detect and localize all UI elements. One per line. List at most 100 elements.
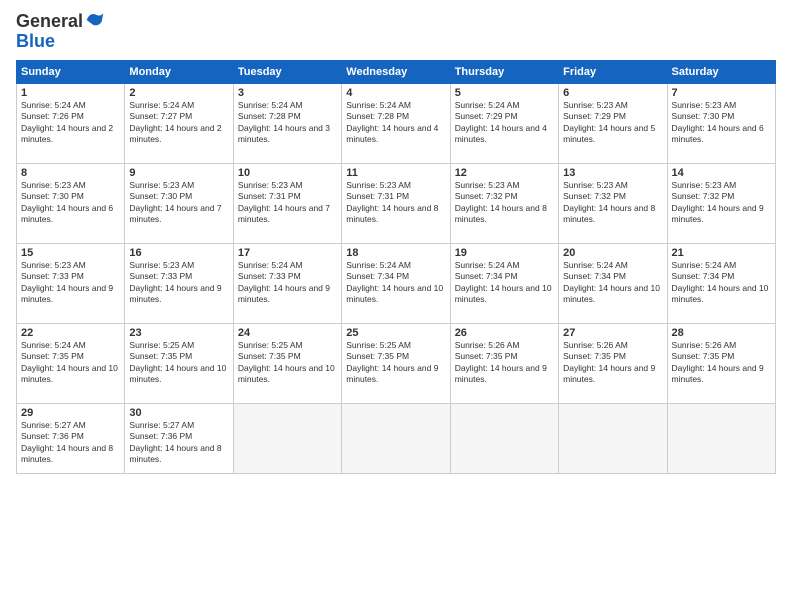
day-number: 6 [563, 87, 662, 99]
day-number: 24 [238, 327, 337, 339]
day-detail: Sunrise: 5:23 AMSunset: 7:29 PMDaylight:… [563, 100, 662, 146]
calendar-cell: 19Sunrise: 5:24 AMSunset: 7:34 PMDayligh… [450, 243, 558, 323]
day-detail: Sunrise: 5:26 AMSunset: 7:35 PMDaylight:… [672, 340, 771, 386]
calendar-cell: 18Sunrise: 5:24 AMSunset: 7:34 PMDayligh… [342, 243, 450, 323]
calendar-cell [450, 403, 558, 473]
day-detail: Sunrise: 5:23 AMSunset: 7:31 PMDaylight:… [238, 180, 337, 226]
calendar-cell: 24Sunrise: 5:25 AMSunset: 7:35 PMDayligh… [233, 323, 341, 403]
calendar-cell: 23Sunrise: 5:25 AMSunset: 7:35 PMDayligh… [125, 323, 233, 403]
day-number: 8 [21, 167, 120, 179]
day-detail: Sunrise: 5:23 AMSunset: 7:32 PMDaylight:… [563, 180, 662, 226]
day-number: 13 [563, 167, 662, 179]
logo-general-text: General [16, 12, 83, 32]
day-detail: Sunrise: 5:23 AMSunset: 7:30 PMDaylight:… [21, 180, 120, 226]
calendar-cell: 29Sunrise: 5:27 AMSunset: 7:36 PMDayligh… [17, 403, 125, 473]
day-detail: Sunrise: 5:26 AMSunset: 7:35 PMDaylight:… [455, 340, 554, 386]
calendar-cell [233, 403, 341, 473]
day-detail: Sunrise: 5:27 AMSunset: 7:36 PMDaylight:… [21, 420, 120, 466]
calendar-cell: 15Sunrise: 5:23 AMSunset: 7:33 PMDayligh… [17, 243, 125, 323]
day-number: 16 [129, 247, 228, 259]
day-detail: Sunrise: 5:23 AMSunset: 7:30 PMDaylight:… [129, 180, 228, 226]
calendar-cell: 14Sunrise: 5:23 AMSunset: 7:32 PMDayligh… [667, 163, 775, 243]
day-detail: Sunrise: 5:23 AMSunset: 7:31 PMDaylight:… [346, 180, 445, 226]
calendar-table: SundayMondayTuesdayWednesdayThursdayFrid… [16, 60, 776, 474]
calendar-cell: 7Sunrise: 5:23 AMSunset: 7:30 PMDaylight… [667, 83, 775, 163]
calendar-week-row: 29Sunrise: 5:27 AMSunset: 7:36 PMDayligh… [17, 403, 776, 473]
logo-blue-text: Blue [16, 31, 55, 51]
calendar-cell: 17Sunrise: 5:24 AMSunset: 7:33 PMDayligh… [233, 243, 341, 323]
day-detail: Sunrise: 5:25 AMSunset: 7:35 PMDaylight:… [129, 340, 228, 386]
header: General Blue [16, 12, 776, 52]
day-number: 21 [672, 247, 771, 259]
calendar-cell: 16Sunrise: 5:23 AMSunset: 7:33 PMDayligh… [125, 243, 233, 323]
day-number: 27 [563, 327, 662, 339]
weekday-header-sunday: Sunday [17, 60, 125, 83]
calendar-cell: 5Sunrise: 5:24 AMSunset: 7:29 PMDaylight… [450, 83, 558, 163]
calendar-cell: 10Sunrise: 5:23 AMSunset: 7:31 PMDayligh… [233, 163, 341, 243]
calendar-cell: 12Sunrise: 5:23 AMSunset: 7:32 PMDayligh… [450, 163, 558, 243]
calendar-cell: 8Sunrise: 5:23 AMSunset: 7:30 PMDaylight… [17, 163, 125, 243]
day-detail: Sunrise: 5:25 AMSunset: 7:35 PMDaylight:… [346, 340, 445, 386]
calendar-cell: 30Sunrise: 5:27 AMSunset: 7:36 PMDayligh… [125, 403, 233, 473]
calendar-week-row: 15Sunrise: 5:23 AMSunset: 7:33 PMDayligh… [17, 243, 776, 323]
day-detail: Sunrise: 5:24 AMSunset: 7:28 PMDaylight:… [238, 100, 337, 146]
day-detail: Sunrise: 5:24 AMSunset: 7:28 PMDaylight:… [346, 100, 445, 146]
calendar-cell: 9Sunrise: 5:23 AMSunset: 7:30 PMDaylight… [125, 163, 233, 243]
calendar-cell: 25Sunrise: 5:25 AMSunset: 7:35 PMDayligh… [342, 323, 450, 403]
calendar-cell [667, 403, 775, 473]
weekday-header-thursday: Thursday [450, 60, 558, 83]
day-number: 15 [21, 247, 120, 259]
calendar-cell: 11Sunrise: 5:23 AMSunset: 7:31 PMDayligh… [342, 163, 450, 243]
calendar-cell: 1Sunrise: 5:24 AMSunset: 7:26 PMDaylight… [17, 83, 125, 163]
day-number: 22 [21, 327, 120, 339]
day-number: 18 [346, 247, 445, 259]
calendar-cell: 2Sunrise: 5:24 AMSunset: 7:27 PMDaylight… [125, 83, 233, 163]
logo: General Blue [16, 12, 105, 52]
day-detail: Sunrise: 5:23 AMSunset: 7:33 PMDaylight:… [21, 260, 120, 306]
day-detail: Sunrise: 5:24 AMSunset: 7:35 PMDaylight:… [21, 340, 120, 386]
calendar-body: 1Sunrise: 5:24 AMSunset: 7:26 PMDaylight… [17, 83, 776, 473]
day-number: 12 [455, 167, 554, 179]
day-number: 2 [129, 87, 228, 99]
day-number: 23 [129, 327, 228, 339]
calendar-cell: 27Sunrise: 5:26 AMSunset: 7:35 PMDayligh… [559, 323, 667, 403]
day-number: 4 [346, 87, 445, 99]
day-detail: Sunrise: 5:23 AMSunset: 7:32 PMDaylight:… [672, 180, 771, 226]
calendar-week-row: 1Sunrise: 5:24 AMSunset: 7:26 PMDaylight… [17, 83, 776, 163]
calendar-cell: 28Sunrise: 5:26 AMSunset: 7:35 PMDayligh… [667, 323, 775, 403]
calendar-cell: 3Sunrise: 5:24 AMSunset: 7:28 PMDaylight… [233, 83, 341, 163]
day-number: 7 [672, 87, 771, 99]
day-detail: Sunrise: 5:24 AMSunset: 7:34 PMDaylight:… [672, 260, 771, 306]
day-detail: Sunrise: 5:24 AMSunset: 7:34 PMDaylight:… [346, 260, 445, 306]
calendar-cell [342, 403, 450, 473]
logo-icon [85, 10, 105, 30]
day-number: 19 [455, 247, 554, 259]
day-detail: Sunrise: 5:24 AMSunset: 7:29 PMDaylight:… [455, 100, 554, 146]
calendar-cell: 13Sunrise: 5:23 AMSunset: 7:32 PMDayligh… [559, 163, 667, 243]
day-number: 3 [238, 87, 337, 99]
day-detail: Sunrise: 5:27 AMSunset: 7:36 PMDaylight:… [129, 420, 228, 466]
page: General Blue SundayMondayTuesdayWednesda… [0, 0, 792, 612]
weekday-header-wednesday: Wednesday [342, 60, 450, 83]
day-number: 25 [346, 327, 445, 339]
day-detail: Sunrise: 5:23 AMSunset: 7:30 PMDaylight:… [672, 100, 771, 146]
calendar-week-row: 8Sunrise: 5:23 AMSunset: 7:30 PMDaylight… [17, 163, 776, 243]
weekday-header-row: SundayMondayTuesdayWednesdayThursdayFrid… [17, 60, 776, 83]
day-number: 1 [21, 87, 120, 99]
day-number: 20 [563, 247, 662, 259]
calendar-cell [559, 403, 667, 473]
calendar-cell: 4Sunrise: 5:24 AMSunset: 7:28 PMDaylight… [342, 83, 450, 163]
day-detail: Sunrise: 5:25 AMSunset: 7:35 PMDaylight:… [238, 340, 337, 386]
calendar-cell: 22Sunrise: 5:24 AMSunset: 7:35 PMDayligh… [17, 323, 125, 403]
day-detail: Sunrise: 5:24 AMSunset: 7:34 PMDaylight:… [563, 260, 662, 306]
day-number: 11 [346, 167, 445, 179]
day-number: 9 [129, 167, 228, 179]
calendar-cell: 6Sunrise: 5:23 AMSunset: 7:29 PMDaylight… [559, 83, 667, 163]
weekday-header-tuesday: Tuesday [233, 60, 341, 83]
calendar-week-row: 22Sunrise: 5:24 AMSunset: 7:35 PMDayligh… [17, 323, 776, 403]
day-detail: Sunrise: 5:26 AMSunset: 7:35 PMDaylight:… [563, 340, 662, 386]
day-detail: Sunrise: 5:24 AMSunset: 7:34 PMDaylight:… [455, 260, 554, 306]
day-number: 17 [238, 247, 337, 259]
weekday-header-friday: Friday [559, 60, 667, 83]
day-number: 5 [455, 87, 554, 99]
